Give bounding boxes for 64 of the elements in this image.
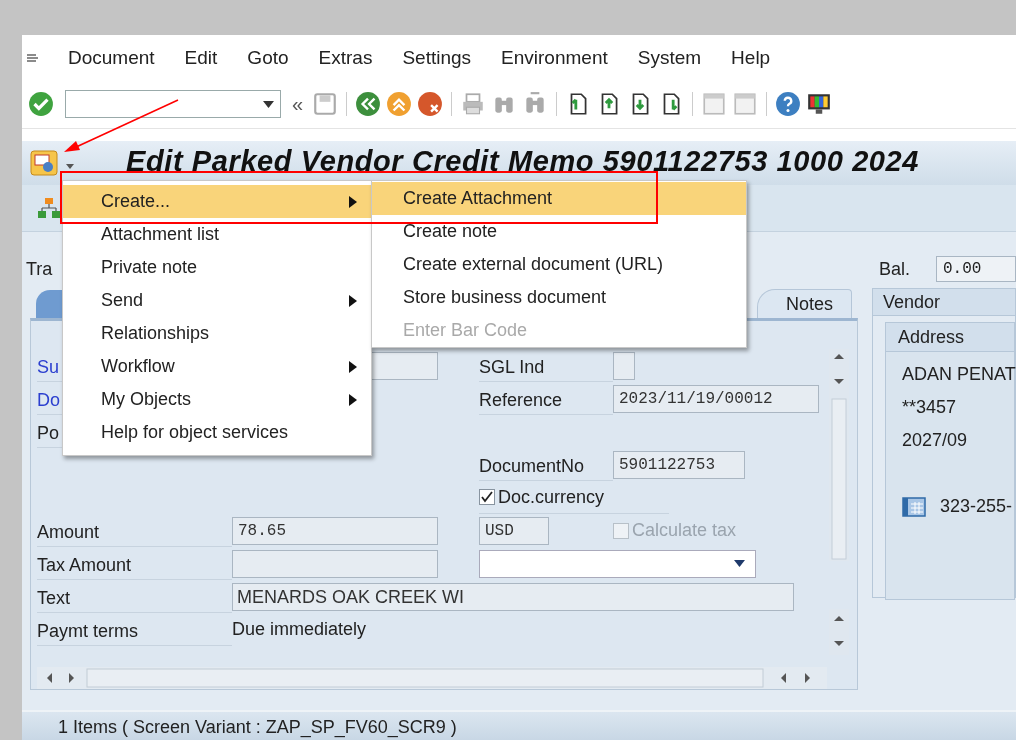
menu-item[interactable]: Store business document [372, 281, 746, 314]
menu-item: Enter Bar Code [402, 319, 529, 342]
status-text: 1 Items ( Screen Variant : ZAP_SP_FV60_SCR9 ) [58, 716, 457, 740]
address-line: 2027/09 [902, 429, 969, 452]
input-field[interactable]: MENARDS OAK CREEK WI [232, 582, 794, 611]
window-title: Edit Parked Vendor Credit Memo 5901122753 1000 2024 [126, 146, 920, 176]
input-field[interactable] [232, 549, 438, 578]
window-icon[interactable] [701, 91, 728, 117]
checkbox[interactable] [479, 489, 495, 505]
menu-item[interactable]: Attachment list [63, 218, 371, 251]
input-field[interactable]: 2023/11/19/00012 [613, 384, 819, 413]
help-icon[interactable] [775, 91, 802, 117]
hierarchy-icon[interactable] [38, 197, 60, 219]
checkbox-label: Doc.currency [498, 486, 605, 508]
menu-item[interactable]: Edit [184, 46, 218, 69]
menu-item[interactable]: Extras [318, 46, 373, 69]
address-line: ADAN PENAT [902, 363, 1014, 386]
check-mark-icon [481, 491, 493, 503]
command-field[interactable] [65, 90, 281, 118]
panel-header: Vendor [872, 288, 1016, 316]
menu-item[interactable]: Private note [63, 251, 371, 284]
menu-item[interactable]: Send [63, 284, 371, 317]
tab[interactable]: Notes [756, 289, 852, 318]
phone-number: 323-255- [940, 495, 1013, 518]
field-label: Paymt terms [37, 617, 232, 646]
field-label: Tra [26, 258, 53, 280]
menu-item[interactable]: System [637, 46, 702, 69]
menu-item[interactable]: Create external document (URL) [372, 248, 746, 281]
menu-item[interactable]: Document [68, 46, 155, 69]
input-field[interactable]: USD [479, 516, 549, 545]
horizontal-scrollbar[interactable] [37, 667, 827, 689]
contact-card-icon[interactable] [902, 495, 926, 518]
input-field[interactable] [613, 351, 635, 380]
dropdown-field[interactable] [479, 549, 756, 578]
input-field[interactable]: 78.65 [232, 516, 438, 545]
field-label: Bal. [878, 258, 910, 280]
exit-icon[interactable] [386, 91, 413, 117]
collapse-button[interactable]: « [292, 92, 304, 116]
check-icon[interactable] [28, 91, 54, 117]
menu-item[interactable]: Workflow [63, 350, 371, 383]
checkbox-label: Calculate tax [632, 520, 737, 541]
address-line: **3457 [902, 396, 958, 419]
menu-icon[interactable] [26, 51, 38, 64]
services-icon[interactable] [30, 148, 76, 178]
menu-item[interactable]: Help [731, 46, 771, 69]
balance-field[interactable]: 0.00 [936, 256, 1016, 282]
menu-item[interactable]: Create Attachment [372, 182, 746, 215]
back-icon[interactable] [355, 91, 382, 117]
menu-item[interactable]: Environment [501, 46, 608, 69]
menu-item[interactable]: Create... [63, 185, 371, 218]
panel-header: Address [885, 322, 1015, 352]
cancel-icon[interactable] [417, 91, 444, 117]
window-icon[interactable] [732, 91, 759, 117]
menu-item[interactable]: Settings [402, 46, 472, 69]
caret-icon[interactable] [263, 100, 274, 108]
menu-item[interactable]: Create note [372, 215, 746, 248]
menu-item[interactable]: Goto [247, 46, 289, 69]
save-icon[interactable] [312, 91, 339, 117]
field-value: Due immediately [232, 619, 367, 640]
caret-icon[interactable] [734, 560, 745, 567]
input-field[interactable]: 5901122753 [613, 450, 745, 479]
menu-item[interactable]: Relationships [63, 317, 371, 350]
monitor-icon[interactable] [806, 91, 833, 117]
menu-item[interactable]: My Objects [63, 383, 371, 416]
